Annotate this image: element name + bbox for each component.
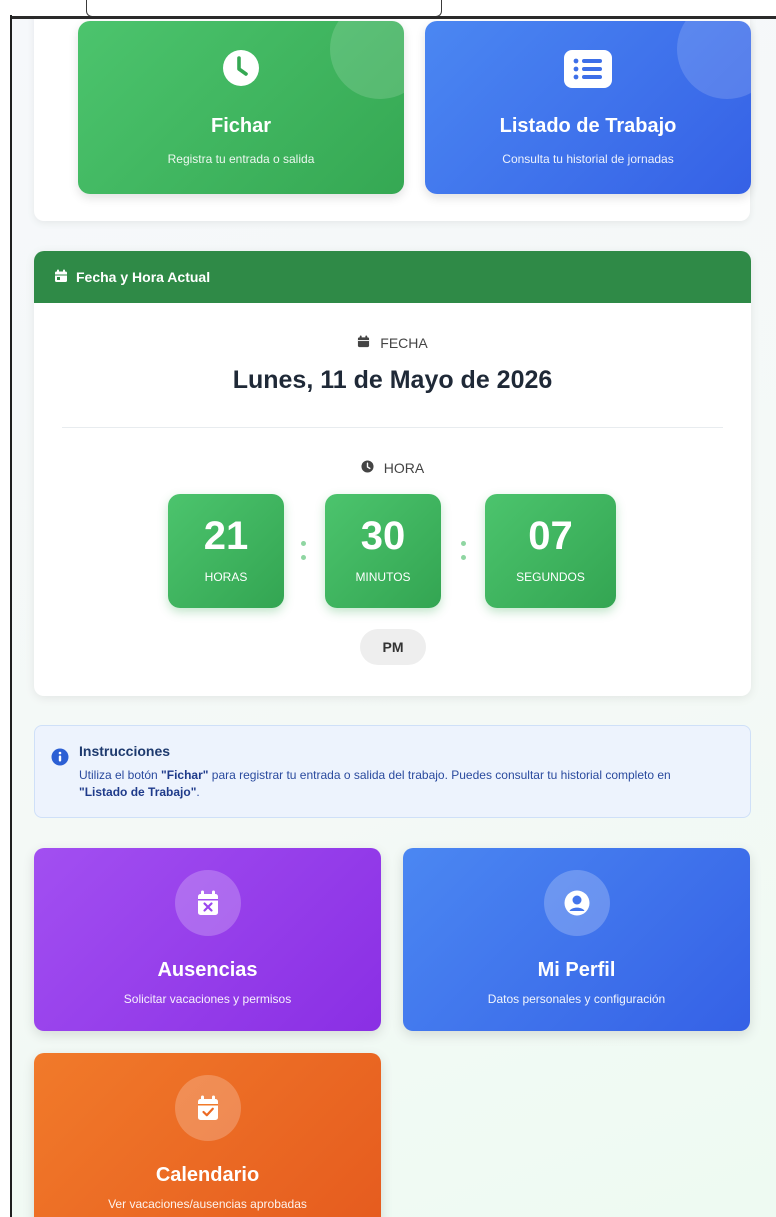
clock-icon: [361, 460, 374, 476]
time-separator: [461, 541, 467, 569]
calendar-icon: [357, 335, 370, 351]
seconds-box: 07 SEGUNDOS: [485, 494, 616, 608]
instructions-text: Utiliza el botón "Fichar" para registrar…: [79, 767, 719, 801]
browser-address-bar: [86, 0, 442, 17]
date-time-header: Fecha y Hora Actual: [34, 251, 751, 303]
date-time-header-title: Fecha y Hora Actual: [76, 269, 211, 285]
dashboard-page: Fichar Registra tu entrada o salida List…: [12, 19, 776, 1217]
current-date: Lunes, 11 de Mayo de 2026: [232, 366, 553, 394]
divider: [62, 427, 723, 428]
ampm-badge: PM: [360, 629, 426, 665]
quick-actions-panel: Fichar Registra tu entrada o salida List…: [34, 19, 751, 221]
ausencias-subtitle: Solicitar vacaciones y permisos: [123, 992, 292, 1006]
mi-perfil-title: Mi Perfil: [537, 959, 616, 981]
mi-perfil-subtitle: Datos personales y configuración: [487, 992, 666, 1006]
listado-trabajo-button[interactable]: Listado de Trabajo Consulta tu historial…: [425, 21, 751, 194]
time-label: HORA: [383, 460, 425, 476]
hours-label: HORAS: [204, 570, 248, 584]
time-separator: [301, 541, 307, 569]
ausencias-title: Ausencias: [157, 959, 258, 981]
calendar-check-icon: [174, 1075, 241, 1141]
instructions-text-part: para registrar tu entrada o salida del t…: [208, 768, 671, 782]
date-label: FECHA: [380, 335, 428, 351]
calendar-icon: [54, 269, 68, 286]
mi-perfil-card[interactable]: Mi Perfil Datos personales y configuraci…: [403, 848, 750, 1031]
calendario-card[interactable]: Calendario Ver vacaciones/ausencias apro…: [34, 1053, 381, 1217]
ausencias-card[interactable]: Ausencias Solicitar vacaciones y permiso…: [34, 848, 381, 1031]
listado-subtitle: Consulta tu historial de jornadas: [502, 152, 674, 166]
clock-icon: [222, 49, 260, 92]
minutes-label: MINUTOS: [355, 570, 411, 584]
minutes-box: 30 MINUTOS: [325, 494, 441, 608]
listado-title: Listado de Trabajo: [499, 115, 677, 137]
hours-value: 21: [203, 514, 249, 558]
fichar-title: Fichar: [210, 115, 272, 137]
seconds-value: 07: [528, 514, 573, 558]
browser-frame-left: [0, 15, 12, 1217]
instructions-text-part: Utiliza el botón: [79, 768, 162, 782]
decor-bubble: [330, 21, 404, 99]
fichar-button[interactable]: Fichar Registra tu entrada o salida: [78, 21, 404, 194]
info-icon: [51, 748, 69, 771]
date-label-row: FECHA: [34, 335, 751, 351]
decor-bubble: [677, 21, 751, 99]
seconds-label: SEGUNDOS: [516, 570, 585, 584]
instructions-box: Instrucciones Utiliza el botón "Fichar" …: [34, 725, 751, 818]
instructions-title: Instrucciones: [79, 743, 171, 759]
calendario-title: Calendario: [155, 1164, 260, 1186]
hours-box: 21 HORAS: [168, 494, 284, 608]
instructions-listado-ref: "Listado de Trabajo": [79, 785, 197, 799]
date-time-card: Fecha y Hora Actual FECHA Lunes, 11 de M…: [34, 251, 751, 696]
minutes-value: 30: [360, 514, 406, 558]
instructions-text-part: .: [196, 785, 200, 799]
list-icon: [563, 49, 613, 94]
user-circle-icon: [543, 870, 610, 936]
time-label-row: HORA: [34, 460, 751, 476]
fichar-subtitle: Registra tu entrada o salida: [167, 152, 315, 166]
calendario-subtitle: Ver vacaciones/ausencias aprobadas: [108, 1197, 307, 1211]
instructions-fichar-ref: "Fichar": [161, 768, 209, 782]
calendar-x-icon: [174, 870, 241, 936]
